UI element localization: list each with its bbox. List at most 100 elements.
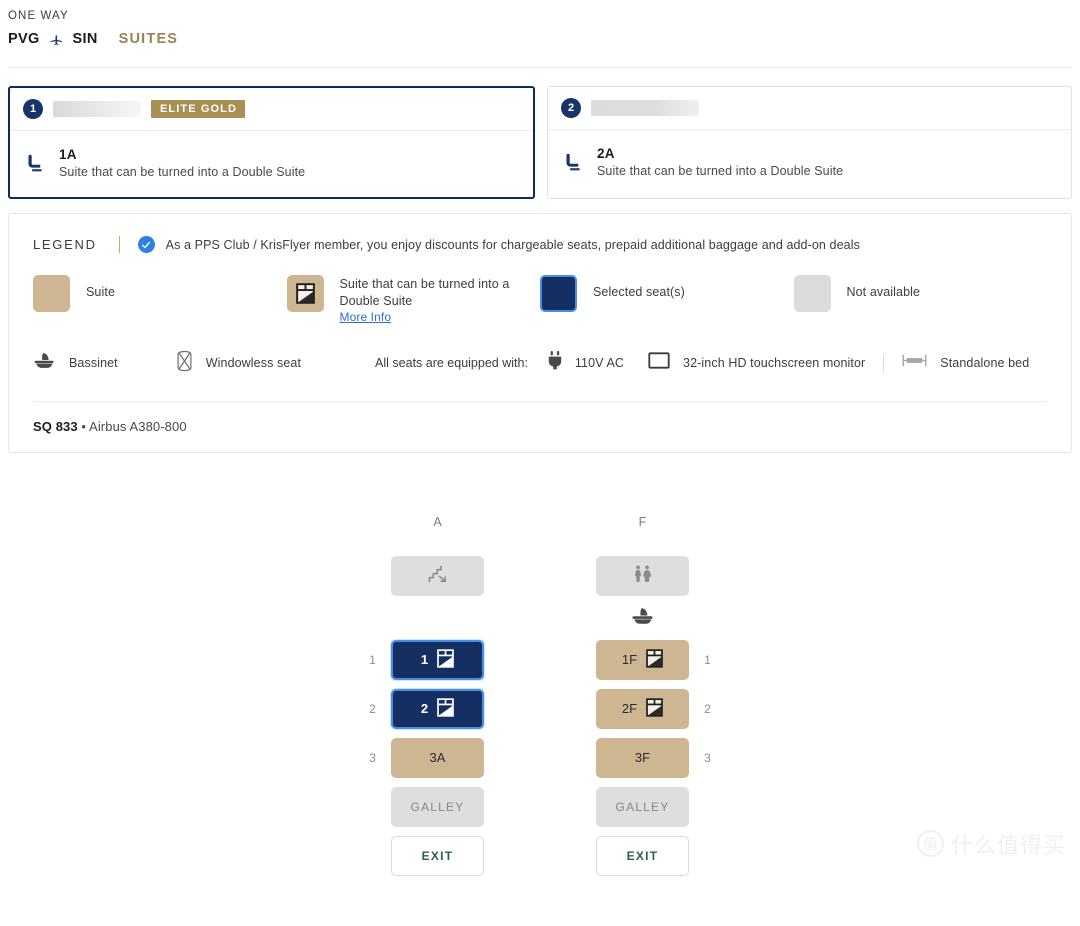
- passenger-1-number: 1: [23, 99, 43, 119]
- legend-item-unavailable: Not available: [793, 275, 1048, 312]
- windowless-seat-icon: [176, 350, 193, 377]
- double-suite-icon: [286, 275, 324, 312]
- passenger-card-1[interactable]: 1 ELITE GOLD 1A Suite that can be turned…: [8, 86, 535, 199]
- legend-item-label: Selected seat(s): [593, 285, 685, 299]
- airplane-icon: [49, 32, 64, 47]
- passenger-card-2[interactable]: 2 2A Suite that can be turned into a Dou…: [547, 86, 1072, 199]
- facility-row: [391, 555, 689, 596]
- unavailable-seat-swatch: [793, 275, 831, 312]
- facility-right-wrap: [596, 555, 689, 596]
- double-suite-icon: [646, 698, 663, 720]
- double-suite-icon: [437, 698, 454, 720]
- seat-3F[interactable]: 3F: [596, 737, 689, 778]
- seat-wrap-2F: 2F 2: [596, 688, 711, 729]
- legend-item-label: Not available: [846, 285, 921, 299]
- passenger-2-number: 2: [561, 98, 581, 118]
- seat-1A[interactable]: 1: [391, 639, 484, 680]
- passenger-cards: 1 ELITE GOLD 1A Suite that can be turned…: [0, 68, 1080, 199]
- column-label-a: A: [433, 514, 442, 529]
- passenger-2-seat: 2A: [597, 146, 615, 161]
- monitor-label: 32-inch HD touchscreen monitor: [683, 356, 866, 371]
- seat-label: 3A: [429, 750, 446, 766]
- bassinet-slot-left: [391, 607, 484, 631]
- legend-vertical-divider: [883, 353, 885, 373]
- row-number-right-1: 1: [704, 652, 711, 667]
- seat-row-3: 3 3A 3F 3: [369, 737, 711, 778]
- seat-row-2: 2 2 2F 2: [369, 688, 711, 729]
- trip-type-label: ONE WAY: [8, 10, 69, 22]
- seat-row-1: 1 1 1F 1: [369, 639, 711, 680]
- facility-left-wrap: [391, 555, 484, 596]
- bassinet-icon: [33, 352, 56, 374]
- passenger-2-header: 2: [548, 87, 1071, 130]
- exit-right: EXIT: [596, 835, 689, 876]
- row-number-left-2: 2: [369, 701, 376, 716]
- page-header: ONE WAY PVG SIN SUITES: [0, 0, 1080, 68]
- origin-code: PVG: [8, 31, 40, 47]
- windowless-seat-label: Windowless seat: [205, 356, 302, 371]
- legend-standalone-bed: Standalone bed: [902, 353, 1029, 373]
- passenger-1-body: 1A Suite that can be turned into a Doubl…: [10, 131, 533, 197]
- passenger-2-seat-description: Suite that can be turned into a Double S…: [597, 164, 844, 178]
- seat-label: 1F: [621, 652, 638, 668]
- galley-left-wrap: GALLEY: [391, 786, 484, 827]
- seat-label: 2: [420, 701, 429, 717]
- legend-title: LEGEND: [33, 237, 97, 252]
- legend-item-label: Suite: [86, 285, 115, 299]
- legend-monitor: 32-inch HD touchscreen monitor: [648, 352, 865, 374]
- double-suite-icon: [437, 649, 454, 671]
- legend-swatch-row: Suite Suite that can be turned into a Do…: [33, 275, 1047, 326]
- passenger-1-tier-badge: ELITE GOLD: [151, 100, 245, 118]
- seat-label: 1: [420, 652, 429, 668]
- seat-label: 3F: [634, 750, 651, 766]
- cabin-class-label: SUITES: [118, 31, 179, 47]
- seat-2F[interactable]: 2F: [596, 688, 689, 729]
- seat-1F[interactable]: 1F: [596, 639, 689, 680]
- row-number-left-3: 3: [369, 750, 376, 765]
- pps-club-note: As a PPS Club / KrisFlyer member, you en…: [165, 237, 860, 252]
- legend-divider: [118, 236, 120, 253]
- power-label: 110V AC: [574, 356, 625, 371]
- stairs-icon: [428, 565, 448, 586]
- galley-right: GALLEY: [596, 786, 689, 827]
- bassinet-icon: [631, 607, 655, 630]
- route-summary: PVG SIN SUITES: [8, 31, 1072, 47]
- flight-separator: •: [77, 418, 90, 434]
- suite-swatch: [33, 275, 70, 312]
- seat-label: 2F: [621, 701, 638, 717]
- legend-header: LEGEND As a PPS Club / KrisFlyer member,…: [33, 236, 1047, 253]
- column-headers: A F: [0, 515, 1080, 529]
- more-info-link[interactable]: More Info: [340, 310, 541, 326]
- legend-windowless-seat: Windowless seat: [176, 350, 301, 377]
- aircraft-type: Airbus A380-800: [89, 418, 187, 434]
- passenger-1-seat: 1A: [59, 147, 77, 162]
- standalone-bed-label: Standalone bed: [940, 356, 1030, 371]
- legend-power-outlet: 110V AC: [548, 351, 624, 375]
- destination-code: SIN: [72, 31, 98, 47]
- legend-feature-row: Bassinet Windowless seat All seats are e…: [33, 350, 1047, 377]
- exit-left: EXIT: [391, 835, 484, 876]
- double-suite-icon: [646, 649, 663, 671]
- row-number-right-2: 2: [704, 701, 711, 716]
- seat-icon: [25, 147, 46, 179]
- seat-wrap-2A: 2 2: [369, 688, 484, 729]
- seat-wrap-1F: 1F 1: [596, 639, 711, 680]
- selected-seat-swatch: [540, 275, 577, 312]
- passenger-2-name-redacted: [591, 100, 699, 116]
- passenger-2-body: 2A Suite that can be turned into a Doubl…: [548, 130, 1071, 196]
- check-circle-icon: [137, 236, 155, 253]
- lavatory-icon: [632, 565, 654, 586]
- watermark-text: 什么值得买: [950, 832, 1066, 858]
- seat-2A[interactable]: 2: [391, 688, 484, 729]
- watermark-logo-icon: 值: [916, 830, 944, 858]
- galley-left: GALLEY: [391, 786, 484, 827]
- flight-number: SQ 833: [33, 418, 78, 434]
- row-number-right-3: 3: [704, 750, 711, 765]
- standalone-bed-icon: [902, 353, 927, 373]
- seat-3A[interactable]: 3A: [391, 737, 484, 778]
- lavatory-cell: [596, 555, 689, 596]
- seat-icon: [563, 146, 584, 178]
- bassinet-slot-right: [596, 607, 689, 631]
- seat-wrap-3F: 3F 3: [596, 737, 711, 778]
- legend-item-selected: Selected seat(s): [540, 275, 794, 312]
